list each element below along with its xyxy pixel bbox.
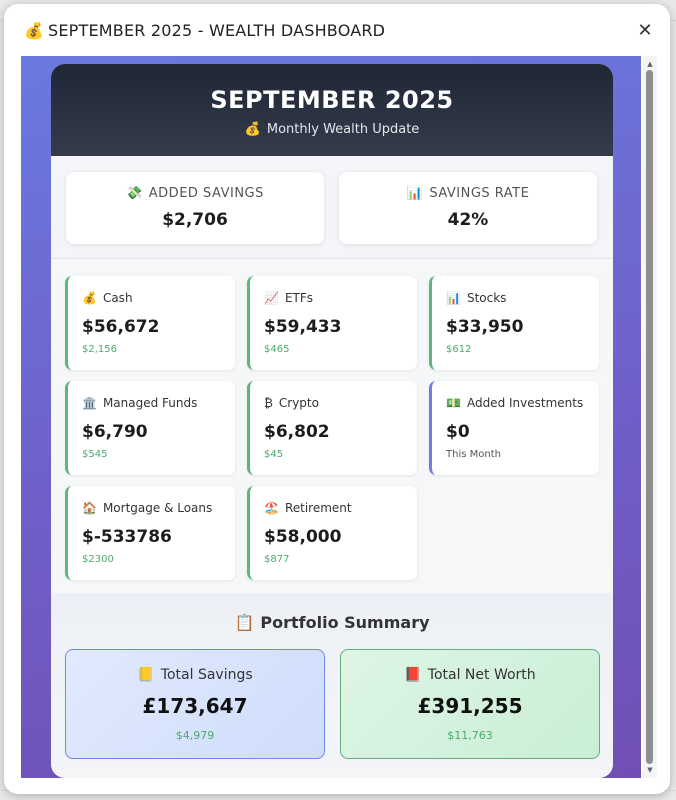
close-button[interactable]: ✕ xyxy=(634,20,656,42)
portfolio-summary-title-text: Portfolio Summary xyxy=(260,613,430,632)
metric-label-text: Stocks xyxy=(466,291,507,305)
savings-rate-label-text: SAVINGS RATE xyxy=(429,186,530,201)
metric-label-text: Added Investments xyxy=(466,396,584,410)
dashboard-viewport: SEPTEMBER 2025 💰 Monthly Wealth Update 💸 A… xyxy=(21,56,641,778)
total-savings-label: 📒 Total Savings xyxy=(66,667,324,683)
dialog-header: 💰 SEPTEMBER 2025 - WEALTH DASHBOARD ✕ xyxy=(4,4,670,56)
metric-value: $6,802 xyxy=(264,422,330,442)
scroll-thumb[interactable] xyxy=(646,70,653,764)
metric-change: $877 xyxy=(264,554,290,565)
metric-change: $2300 xyxy=(82,554,114,565)
money-wings-icon: 💸 xyxy=(126,186,143,201)
dashboard-card: SEPTEMBER 2025 💰 Monthly Wealth Update 💸 A… xyxy=(51,64,613,778)
total-net-worth-value: £391,255 xyxy=(417,694,523,718)
savings-rate-value: 42% xyxy=(447,210,489,230)
bar-chart-icon: 📊 xyxy=(406,186,424,201)
bitcoin-icon: ₿ xyxy=(264,396,273,410)
metric-card-etfs: 📈 ETFs $59,433 $465 xyxy=(247,276,417,370)
chart-increasing-icon: 📈 xyxy=(264,291,279,305)
metric-card-added-investments: 💵 Added Investments $0 This Month xyxy=(429,381,599,475)
metric-card-stocks: 📊 Stocks $33,950 $612 xyxy=(429,276,599,370)
metric-label: 🏠 Mortgage & Loans xyxy=(82,501,212,515)
portfolio-summary: 📋 Portfolio Summary 📒 Total Savings £173,6… xyxy=(51,593,613,778)
metric-value: $6,790 xyxy=(82,422,148,442)
savings-rate-card: 📊 SAVINGS RATE 42% xyxy=(339,172,597,244)
metric-change: $2,156 xyxy=(82,344,117,355)
metric-label: 📈 ETFs xyxy=(264,291,313,305)
metric-label-text: Mortgage & Loans xyxy=(102,501,213,515)
wealth-dashboard-dialog: 💰 SEPTEMBER 2025 - WEALTH DASHBOARD ✕ SE… xyxy=(4,4,670,794)
metric-label-text: Crypto xyxy=(278,396,319,410)
added-savings-value: $2,706 xyxy=(162,210,228,230)
metric-change: This Month xyxy=(446,449,501,460)
metric-label-text: Managed Funds xyxy=(102,396,198,410)
total-savings-value: £173,647 xyxy=(142,694,248,718)
total-net-worth-label: 📕 Total Net Worth xyxy=(341,667,599,683)
total-net-worth-change: $11,763 xyxy=(447,729,493,742)
house-icon: 🏠 xyxy=(82,501,97,515)
metric-label: 📊 Stocks xyxy=(446,291,506,305)
metric-label-text: Cash xyxy=(102,291,133,305)
metric-change: $465 xyxy=(264,344,290,355)
metric-card-mortgage-loans: 🏠 Mortgage & Loans $-533786 $2300 xyxy=(65,486,235,580)
total-net-worth-card: 📕 Total Net Worth £391,255 $11,763 xyxy=(340,649,600,759)
ledger-icon: 📒 xyxy=(137,667,155,683)
money-bag-icon: 💰 xyxy=(82,291,97,305)
scroll-down-arrow[interactable]: ▼ xyxy=(643,764,657,776)
page-subtitle: 💰 Monthly Wealth Update xyxy=(51,122,613,137)
metric-label: 🏖️ Retirement xyxy=(264,501,352,515)
metrics-grid: 💰 Cash $56,672 $2,156 📈 ETFs $59,433 $465 … xyxy=(51,259,613,593)
added-savings-label-text: ADDED SAVINGS xyxy=(148,186,264,201)
vertical-scrollbar[interactable]: ▲ ▼ xyxy=(643,56,657,778)
metric-label-text: Retirement xyxy=(284,501,352,515)
metric-change: $45 xyxy=(264,449,284,460)
total-savings-label-text: Total Savings xyxy=(160,667,253,683)
bar-chart-icon: 📊 xyxy=(446,291,461,305)
money-bag-icon: 💰 xyxy=(24,21,44,40)
dollar-banknote-icon: 💵 xyxy=(446,396,461,410)
hero-banner: SEPTEMBER 2025 💰 Monthly Wealth Update xyxy=(51,64,613,156)
metric-label: ₿ Crypto xyxy=(264,396,319,410)
portfolio-summary-title: 📋 Portfolio Summary xyxy=(51,613,613,632)
total-savings-card: 📒 Total Savings £173,647 $4,979 xyxy=(65,649,325,759)
metric-change: $545 xyxy=(82,449,108,460)
page-title: SEPTEMBER 2025 xyxy=(210,86,454,114)
metric-value: $0 xyxy=(446,422,470,442)
red-book-icon: 📕 xyxy=(404,667,422,683)
metric-card-retirement: 🏖️ Retirement $58,000 $877 xyxy=(247,486,417,580)
metric-value: $59,433 xyxy=(264,317,342,337)
metric-label: 💵 Added Investments xyxy=(446,396,583,410)
money-bag-icon: 💰 xyxy=(244,122,261,137)
metric-value: $58,000 xyxy=(264,527,342,547)
metric-change: $612 xyxy=(446,344,472,355)
clipboard-icon: 📋 xyxy=(234,613,255,632)
metric-value: $-533786 xyxy=(82,527,172,547)
top-stats: 💸 ADDED SAVINGS $2,706 📊 SAVINGS RATE 42% xyxy=(51,156,613,259)
metric-value: $33,950 xyxy=(446,317,524,337)
metric-label: 💰 Cash xyxy=(82,291,133,305)
beach-umbrella-icon: 🏖️ xyxy=(264,501,279,515)
metric-card-cash: 💰 Cash $56,672 $2,156 xyxy=(65,276,235,370)
metric-label: 🏛️ Managed Funds xyxy=(82,396,197,410)
added-savings-card: 💸 ADDED SAVINGS $2,706 xyxy=(66,172,324,244)
dialog-title: SEPTEMBER 2025 - WEALTH DASHBOARD xyxy=(48,21,386,40)
metric-card-managed-funds: 🏛️ Managed Funds $6,790 $545 xyxy=(65,381,235,475)
metric-value: $56,672 xyxy=(82,317,160,337)
total-net-worth-label-text: Total Net Worth xyxy=(427,667,536,683)
savings-rate-label: 📊 SAVINGS RATE xyxy=(339,186,597,201)
metric-label-text: ETFs xyxy=(284,291,314,305)
metric-card-crypto: ₿ Crypto $6,802 $45 xyxy=(247,381,417,475)
scroll-up-arrow[interactable]: ▲ xyxy=(643,58,657,70)
bank-icon: 🏛️ xyxy=(82,396,97,410)
added-savings-label: 💸 ADDED SAVINGS xyxy=(66,186,324,201)
total-savings-change: $4,979 xyxy=(175,729,215,742)
subtitle-text: Monthly Wealth Update xyxy=(266,122,420,137)
